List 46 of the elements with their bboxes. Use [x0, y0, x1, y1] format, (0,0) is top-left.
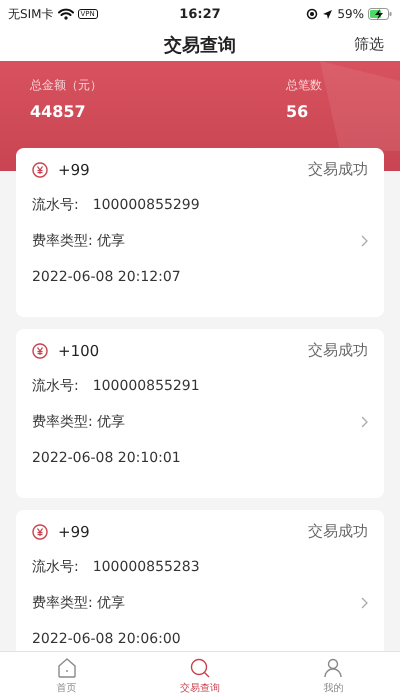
rate-type-text: 费率类型: 优享	[32, 594, 126, 612]
transaction-card[interactable]: +100 交易成功 流水号: 100000855291 费率类型: 优享 2022-06-08 20:10:01	[16, 329, 384, 498]
serial-label: 流水号:	[32, 558, 79, 576]
amount-text: +100	[58, 342, 100, 360]
chevron-right-icon	[361, 235, 368, 247]
location-arrow-icon	[322, 8, 334, 20]
tab-item[interactable]: 交易查询	[133, 652, 267, 700]
yuan-icon	[32, 524, 48, 540]
serial-number: 100000855283	[92, 559, 200, 575]
wifi-icon	[58, 8, 74, 20]
lock-rotation-icon	[306, 8, 318, 20]
yuan-icon	[32, 162, 48, 178]
amount-text: +99	[58, 160, 90, 178]
rate-type-text: 费率类型: 优享	[32, 413, 126, 431]
serial-label: 流水号:	[32, 377, 79, 395]
chevron-right-icon	[361, 597, 368, 609]
summary-value: 56	[286, 102, 310, 121]
summary-label: 总金额（元）	[30, 77, 103, 94]
status-text: 交易成功	[308, 160, 368, 179]
transaction-card[interactable]: +99 交易成功 流水号: 100000855299 费率类型: 优享 2022-06-08 20:12:07	[16, 148, 384, 317]
user-icon	[322, 657, 344, 679]
tab-item[interactable]: 我的	[266, 652, 400, 700]
chevron-right-icon	[361, 416, 368, 428]
battery-charging-icon	[368, 8, 392, 20]
amount-text: +99	[58, 522, 90, 540]
timestamp-text: 2022-06-08 20:10:01	[32, 450, 181, 466]
rate-type-text: 费率类型: 优享	[32, 232, 126, 250]
carrier-text: 无SIM卡	[8, 6, 54, 22]
filter-button[interactable]: 筛选	[354, 35, 384, 54]
summary-label: 总笔数	[286, 77, 323, 94]
serial-label: 流水号:	[32, 196, 79, 214]
serial-number: 100000855299	[92, 197, 200, 213]
battery-percent: 59%	[337, 7, 364, 21]
tab-item[interactable]: 首页	[0, 652, 134, 700]
yuan-icon	[32, 342, 48, 358]
search-icon	[188, 657, 211, 679]
serial-number: 100000855291	[92, 378, 200, 394]
home-icon	[56, 657, 78, 679]
timestamp-text: 2022-06-08 20:12:07	[32, 269, 181, 285]
status-text: 交易成功	[308, 522, 368, 541]
clock-text: 16:27	[179, 6, 221, 22]
timestamp-text: 2022-06-08 20:06:00	[32, 631, 181, 647]
transaction-card[interactable]: +99 交易成功 流水号: 100000855283 费率类型: 优享 2022-06-08 20:06:00	[16, 510, 384, 651]
status-text: 交易成功	[308, 341, 368, 360]
summary-value: 44857	[30, 102, 87, 121]
page-title: 交易查询	[164, 34, 236, 56]
